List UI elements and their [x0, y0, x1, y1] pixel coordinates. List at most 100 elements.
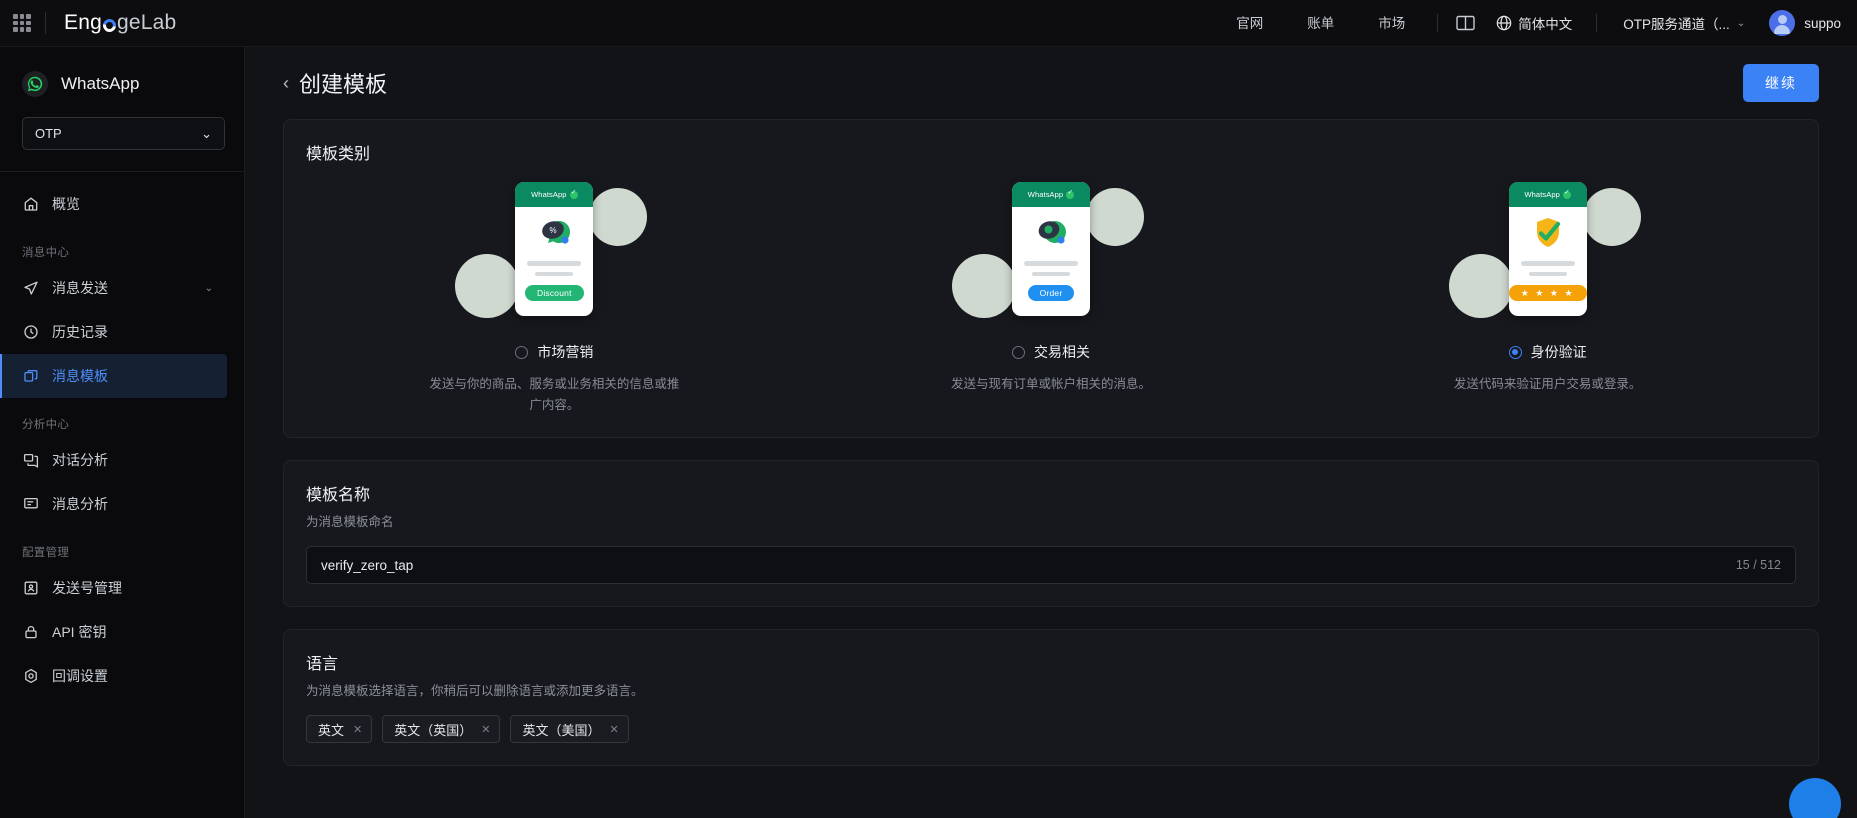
character-counter: 15 / 512 — [1735, 558, 1781, 573]
phone-header: WhatsApp — [1012, 182, 1090, 207]
channel-label: OTP服务通道（... — [1623, 17, 1730, 32]
placeholder-line — [1024, 261, 1078, 266]
sidebar-item-api-key[interactable]: API 密钥 — [0, 610, 227, 654]
marketing-illustration: WhatsApp % — [449, 174, 659, 324]
phone-header: WhatsApp — [515, 182, 594, 207]
transactional-illustration: WhatsApp O — [946, 174, 1156, 324]
blob-left — [455, 254, 520, 318]
chevron-down-icon[interactable]: ⌄ — [205, 283, 213, 294]
topbar-divider — [45, 12, 46, 34]
shield-check-icon — [1529, 207, 1567, 259]
name-section-title: 模板名称 — [306, 487, 371, 505]
phone-cta-button: Order — [1027, 285, 1075, 301]
sidebar-item-label: 发送号管理 — [52, 580, 122, 596]
phone-mockup: WhatsApp ★ ★ ★ ★ — [1508, 182, 1587, 316]
sidebar-item-conversation-analytics[interactable]: 对话分析 — [0, 438, 227, 482]
topnav-billing[interactable]: 账单 — [1285, 0, 1356, 47]
close-icon[interactable]: ✕ — [481, 723, 490, 736]
page-title: 创建模板 — [299, 72, 388, 97]
template-name-input[interactable]: verify_zero_tap 15 / 512 — [306, 546, 1796, 585]
channel-selector[interactable]: OTP服务通道（... ⌄ — [1607, 13, 1761, 33]
sidebar-item-message-send[interactable]: 消息发送 ⌄ — [0, 266, 227, 310]
user-menu[interactable]: suppo — [1761, 10, 1857, 36]
sidebar-item-label: 历史记录 — [52, 324, 108, 340]
name-section-subtitle: 为消息模板命名 — [306, 515, 394, 530]
language-chip[interactable]: 英文 ✕ — [306, 715, 373, 744]
language-switcher[interactable]: 简体中文 — [1482, 13, 1586, 33]
close-icon[interactable]: ✕ — [353, 723, 362, 736]
radio-transactional[interactable] — [1012, 345, 1025, 359]
sidebar-divider — [0, 171, 244, 172]
brand-logo: Eng geLab — [64, 11, 176, 35]
sidebar-item-label: 消息发送 — [52, 280, 108, 296]
category-desc-marketing: 发送与你的商品、服务或业务相关的信息或推广内容。 — [429, 377, 680, 412]
verified-badge-icon — [1562, 188, 1571, 199]
grid-apps-icon[interactable] — [13, 14, 31, 32]
blob-left — [1448, 254, 1513, 318]
sidebar-item-message-analytics[interactable]: 消息分析 — [0, 482, 227, 526]
category-option-marketing[interactable]: WhatsApp % — [306, 174, 803, 415]
page-header: ‹ 创建模板 继续 — [245, 47, 1857, 119]
continue-button[interactable]: 继续 — [1743, 64, 1819, 102]
sidebar-item-label: 对话分析 — [52, 452, 108, 468]
sidebar-item-phone-number-management[interactable]: 发送号管理 — [0, 566, 227, 610]
language-card: 语言 为消息模板选择语言，你稍后可以删除语言或添加更多语言。 英文 ✕ 英文（英… — [283, 629, 1819, 767]
message-analytics-icon — [22, 496, 39, 513]
lock-icon — [22, 624, 39, 641]
language-chip[interactable]: 英文（英国） ✕ — [382, 715, 501, 744]
blob-right — [1086, 188, 1144, 246]
book-icon[interactable] — [1448, 6, 1482, 40]
transactional-radio-line[interactable]: 交易相关 — [1012, 342, 1090, 362]
language-label: 简体中文 — [1518, 17, 1573, 32]
close-icon[interactable]: ✕ — [609, 723, 618, 736]
chip-label: 英文（美国） — [522, 722, 601, 738]
sidebar-item-message-template[interactable]: 消息模板 — [0, 354, 227, 398]
category-label-transactional: 交易相关 — [1034, 344, 1090, 360]
category-section-title: 模板类别 — [306, 146, 371, 163]
placeholder-line — [535, 271, 574, 276]
placeholder-line — [1528, 271, 1567, 276]
authentication-radio-line[interactable]: 身份验证 — [1508, 342, 1587, 362]
sidebar-item-history[interactable]: 历史记录 — [0, 310, 227, 354]
phone-number-icon — [22, 580, 39, 597]
chevron-down-icon: ⌄ — [201, 125, 212, 141]
back-icon[interactable]: ‹ — [283, 73, 289, 94]
category-desc-transactional: 发送与现有订单或帐户相关的消息。 — [951, 377, 1152, 391]
sidebar-group-label-message-center: 消息中心 — [22, 247, 70, 259]
language-section-title: 语言 — [306, 656, 339, 674]
sidebar-item-label: API 密钥 — [52, 624, 107, 640]
phone-header-label: WhatsApp — [531, 190, 567, 199]
topnav-official-site[interactable]: 官网 — [1214, 0, 1285, 47]
sidebar-item-label: 回调设置 — [52, 668, 108, 684]
sidebar-item-overview[interactable]: 概览 — [0, 182, 227, 226]
sidebar: WhatsApp OTP ⌄ 概览 消息中心 消息发送 ⌄ 历史记录 消息模板 … — [0, 47, 245, 818]
blob-left — [952, 254, 1016, 318]
verified-badge-icon — [569, 188, 578, 199]
conversation-analytics-icon — [22, 452, 39, 469]
category-label-marketing: 市场营销 — [537, 344, 594, 360]
authentication-illustration: WhatsApp ★ ★ ★ ★ — [1443, 174, 1653, 324]
sidebar-item-callback-settings[interactable]: 回调设置 — [0, 654, 227, 698]
language-chip[interactable]: 英文（美国） ✕ — [510, 715, 629, 744]
radio-authentication[interactable] — [1508, 345, 1522, 359]
marketing-radio-line[interactable]: 市场营销 — [515, 342, 593, 362]
radio-marketing[interactable] — [515, 345, 529, 359]
sidebar-group-label-analytics-center: 分析中心 — [22, 419, 70, 431]
top-nav: 官网 账单 市场 简体中文 OTP服务通道（... ⌄ suppo — [1214, 0, 1857, 46]
phone-cta-button: ★ ★ ★ ★ — [1508, 285, 1587, 301]
phone-header-label: WhatsApp — [1027, 190, 1064, 199]
placeholder-line — [1520, 261, 1575, 266]
template-category-card: 模板类别 WhatsApp ✓ % Discount 市场营销 发送与你的商品、… — [283, 119, 1819, 439]
user-name: suppo — [1804, 15, 1841, 31]
history-icon — [22, 324, 39, 341]
topnav-market[interactable]: 市场 — [1356, 0, 1427, 47]
nav-divider — [1437, 14, 1439, 32]
home-icon — [22, 196, 39, 213]
project-select[interactable]: OTP ⌄ — [22, 117, 225, 150]
blob-right — [589, 188, 648, 246]
category-option-transactional[interactable]: WhatsApp O — [803, 174, 1300, 415]
category-option-authentication[interactable]: WhatsApp ★ ★ ★ ★ — [1299, 174, 1796, 415]
nav-divider-2 — [1596, 14, 1598, 32]
verified-badge-icon — [1066, 188, 1075, 199]
sidebar-app-name: WhatsApp — [61, 74, 140, 93]
